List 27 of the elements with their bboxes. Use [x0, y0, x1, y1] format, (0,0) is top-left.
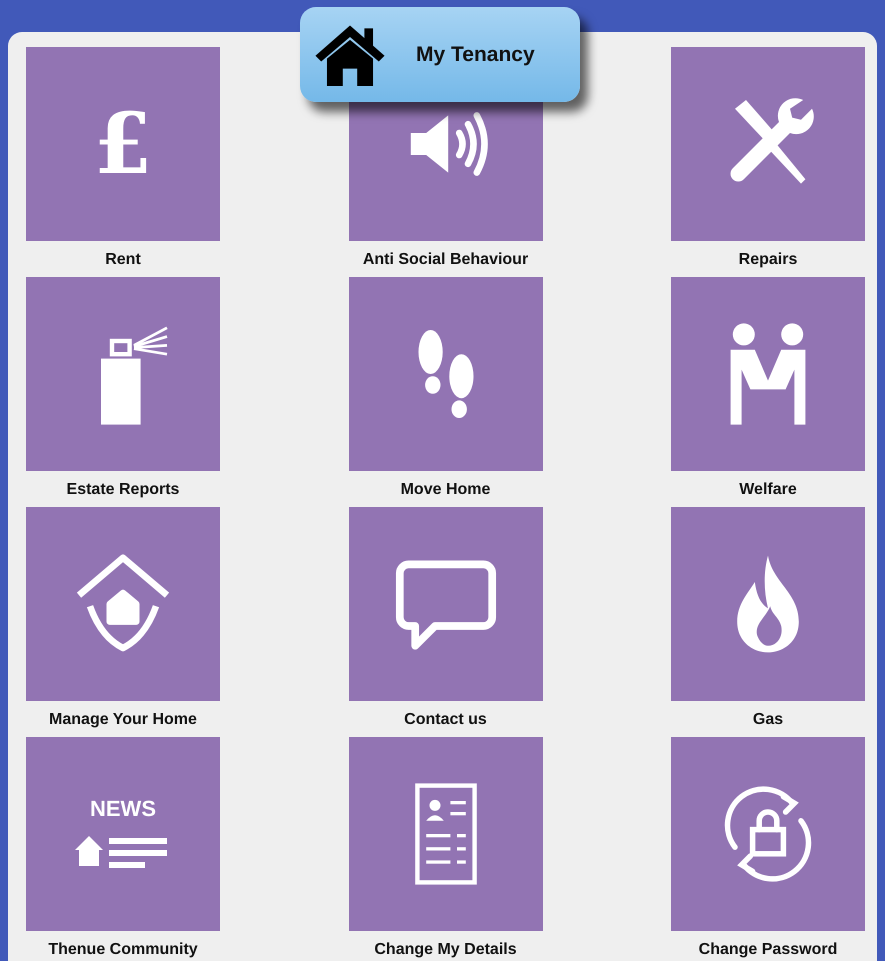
tile-label: Repairs: [738, 251, 798, 269]
header-title: My Tenancy: [416, 42, 535, 66]
tile-button[interactable]: [26, 507, 220, 701]
tile-label: Move Home: [400, 481, 490, 499]
tile-label: Estate Reports: [66, 481, 180, 499]
news-label: NEWS: [90, 798, 156, 820]
tile-button[interactable]: [671, 737, 865, 931]
pound-icon: £: [94, 102, 152, 186]
tile-label: Rent: [105, 251, 141, 269]
tile-button[interactable]: [26, 277, 220, 471]
tile-button[interactable]: [348, 507, 542, 701]
tile-button[interactable]: NEWS: [26, 737, 220, 931]
tile-label: Contact us: [404, 711, 487, 729]
tile-button[interactable]: [671, 507, 865, 701]
tile-button[interactable]: [671, 277, 865, 471]
tile-button[interactable]: [348, 737, 542, 931]
tile-button[interactable]: £: [26, 47, 220, 241]
section-title-popup[interactable]: My Tenancy: [300, 7, 580, 102]
tile-label: Gas: [752, 711, 784, 729]
tile-button[interactable]: [671, 47, 865, 241]
tile-label: Change My Details: [374, 941, 517, 959]
tile-label: Manage Your Home: [49, 711, 197, 729]
tile-label: Welfare: [739, 481, 797, 499]
tile-label: Change Password: [698, 941, 838, 959]
tile-label: Thenue Community: [48, 941, 198, 959]
tile-label: Anti Social Behaviour: [362, 251, 528, 269]
tile-button[interactable]: [348, 277, 542, 471]
